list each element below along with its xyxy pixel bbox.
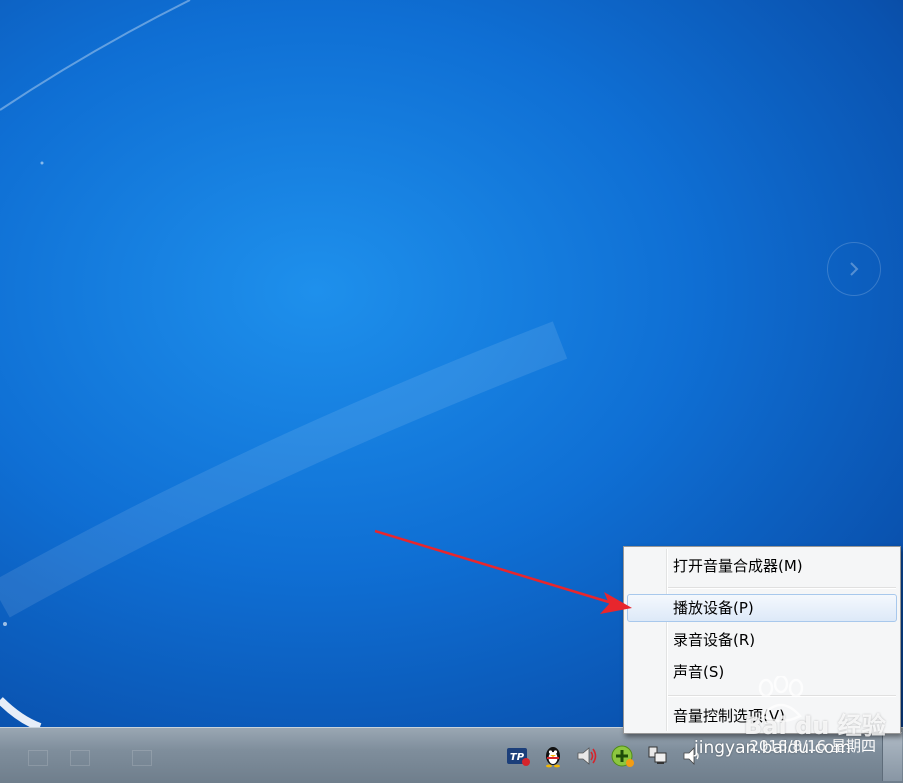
ghost-window-icon: [132, 750, 152, 766]
next-arrow-icon[interactable]: [827, 242, 881, 296]
taskbar: TP 2018/8/16 星期四: [0, 727, 903, 783]
menu-item-label: 录音设备(R): [673, 631, 756, 649]
ghost-window-icon: [70, 750, 90, 766]
show-desktop-button[interactable]: [882, 732, 902, 781]
menu-item-label: 声音(S): [673, 663, 725, 681]
volume-context-menu: 打开音量合成器(M) 播放设备(P) 录音设备(R) 声音(S) 音量控制选项(…: [623, 546, 901, 734]
menu-item-label: 播放设备(P): [673, 599, 754, 617]
qq-penguin-icon[interactable]: [541, 744, 565, 768]
security-plus-icon[interactable]: [611, 744, 635, 768]
menu-item-label: 音量控制选项(V): [673, 707, 785, 725]
menu-separator: [668, 587, 896, 589]
tp-link-icon[interactable]: TP: [506, 744, 530, 768]
network-icon[interactable]: [646, 744, 670, 768]
speaker-icon[interactable]: [576, 744, 600, 768]
system-clock[interactable]: 2018/8/16 星期四: [700, 736, 876, 756]
menu-item-recording-devices[interactable]: 录音设备(R): [627, 626, 897, 654]
menu-item-playback-devices[interactable]: 播放设备(P): [627, 594, 897, 622]
menu-item-open-volume-mixer[interactable]: 打开音量合成器(M): [627, 552, 897, 580]
menu-item-label: 打开音量合成器(M): [673, 557, 803, 575]
clock-date: 2018/8/16 星期四: [749, 737, 876, 755]
ghost-search-icon: [28, 750, 48, 766]
menu-item-sounds[interactable]: 声音(S): [627, 658, 897, 686]
menu-item-volume-control-options[interactable]: 音量控制选项(V): [627, 702, 897, 730]
menu-separator: [668, 695, 896, 697]
